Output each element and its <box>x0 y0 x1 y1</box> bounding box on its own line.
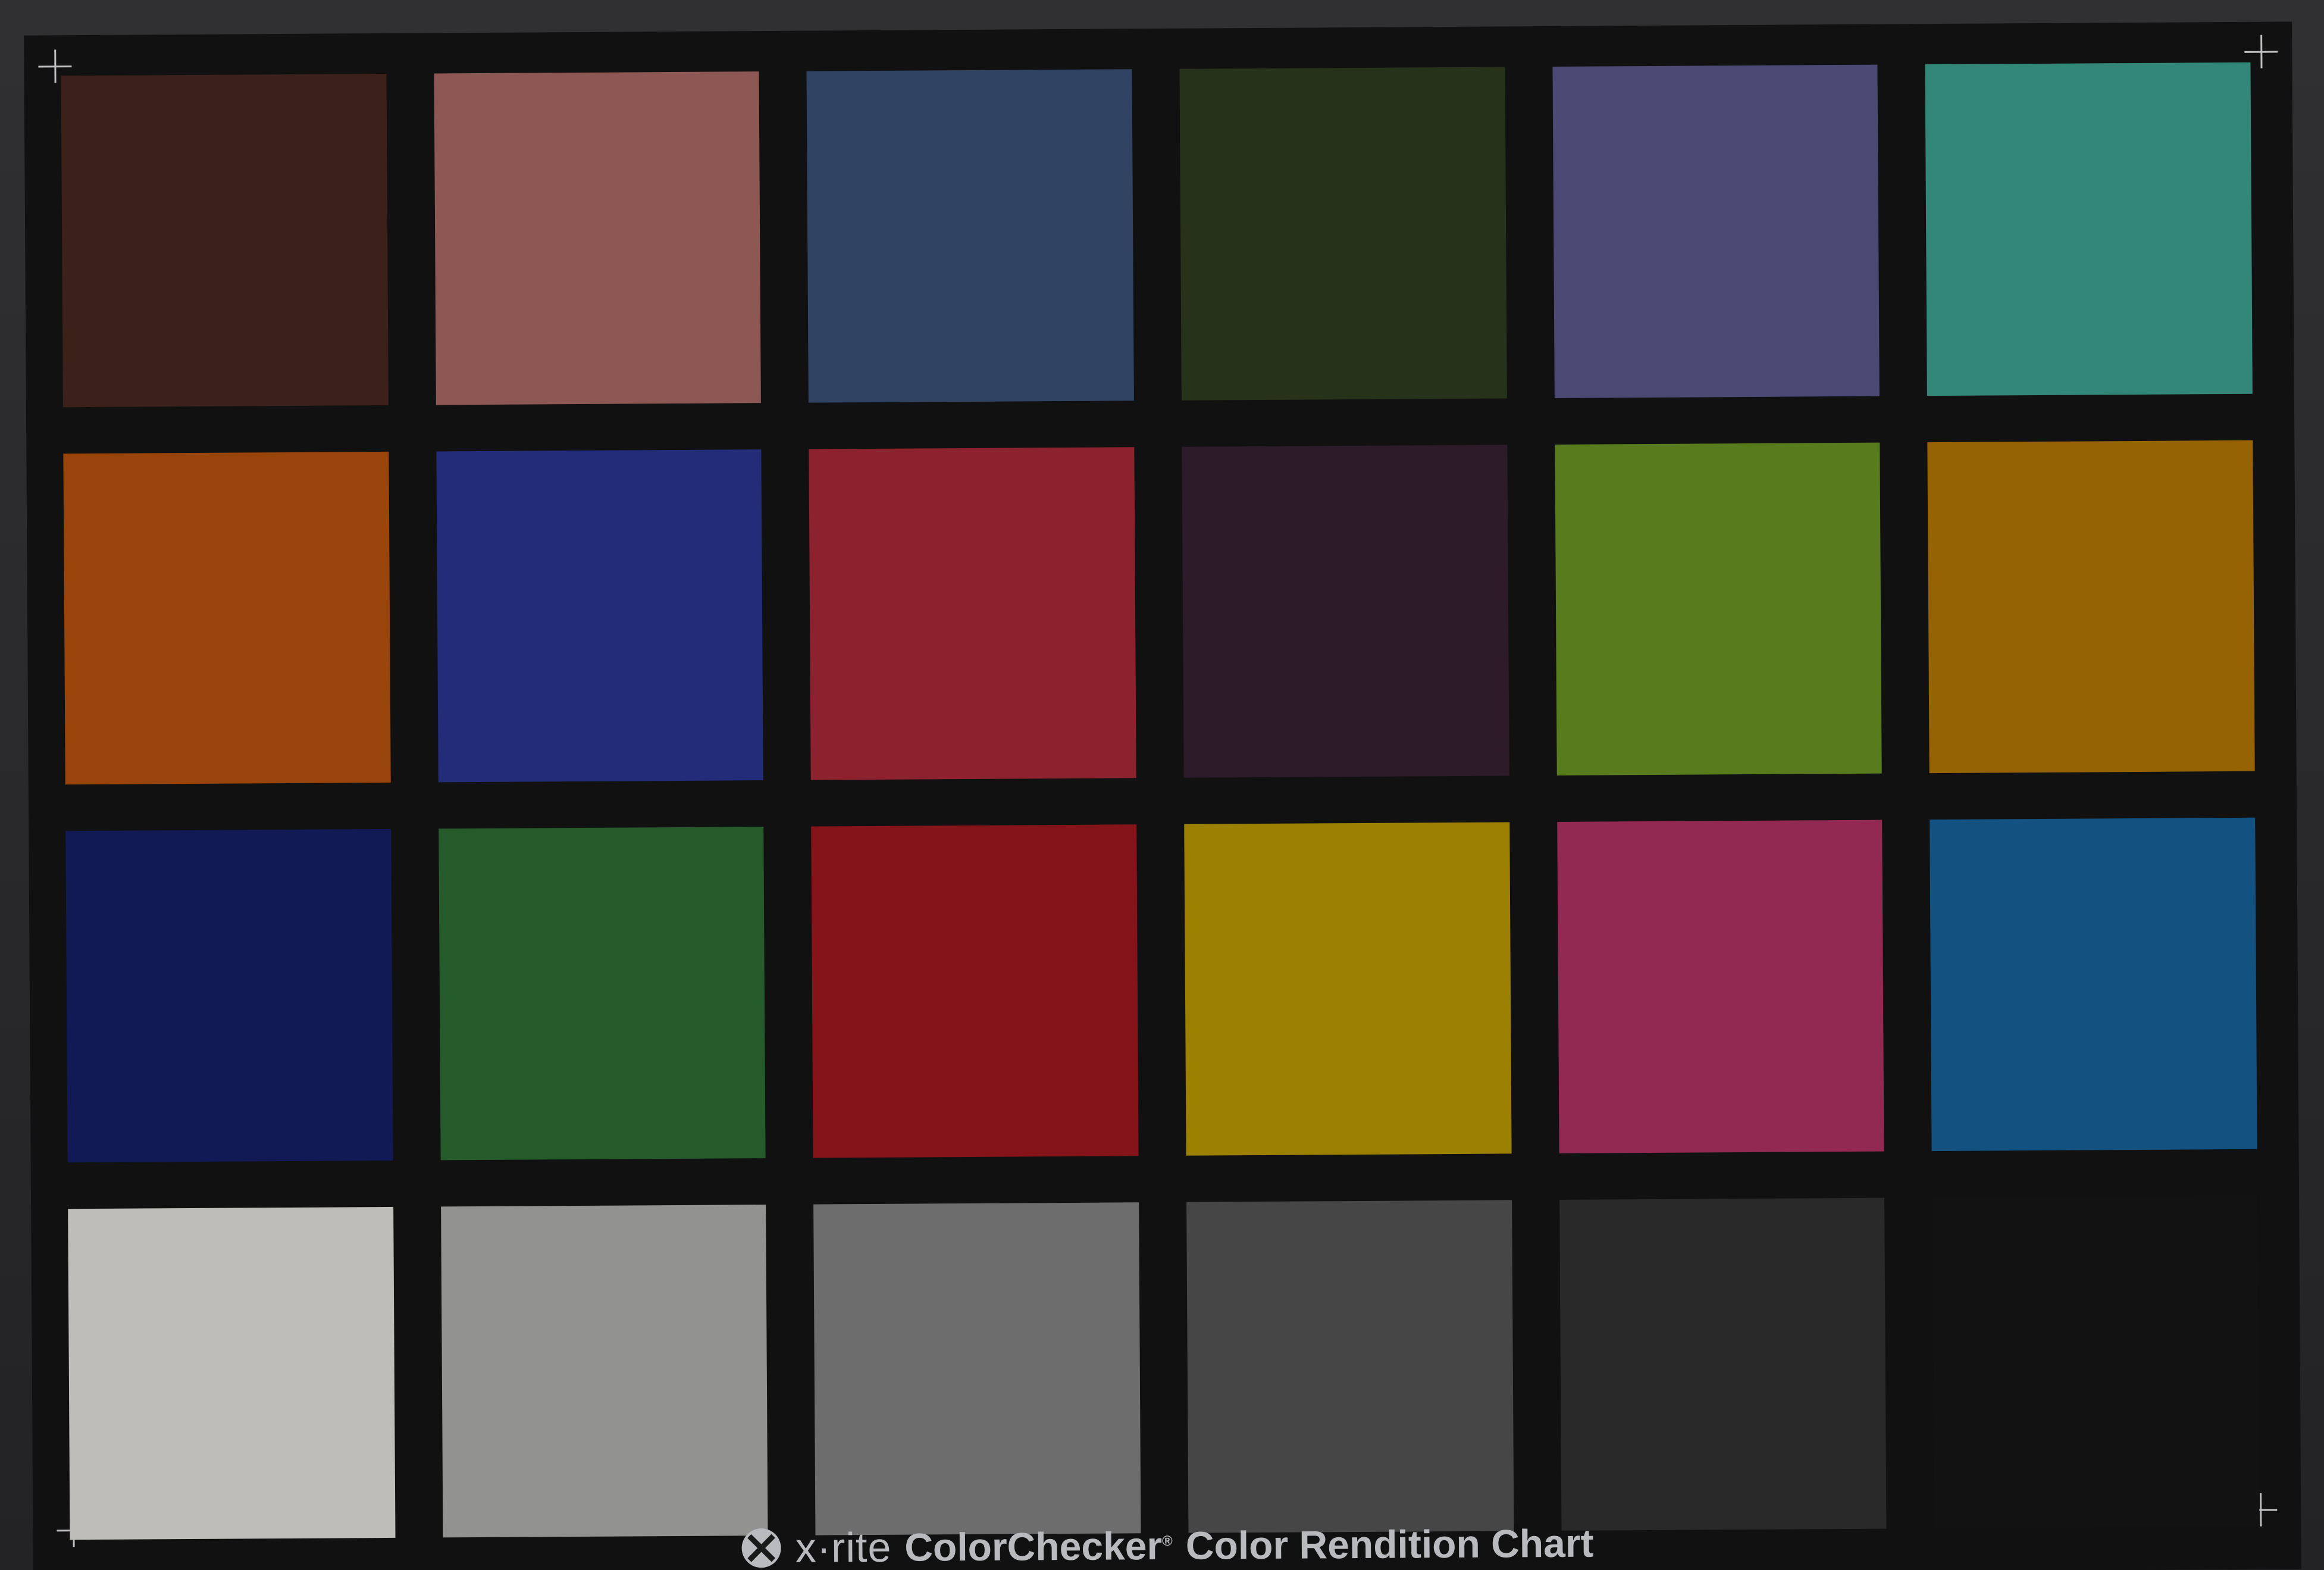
chart-subtitle: Color Rendition Chart <box>1185 1521 1594 1568</box>
color-patch <box>1186 1199 1514 1533</box>
color-patch <box>1930 817 2257 1151</box>
color-patch <box>809 446 1136 780</box>
color-patch <box>1184 822 1512 1156</box>
color-patch <box>1559 1197 1887 1531</box>
color-patch <box>1925 62 2253 396</box>
xrite-logo-icon <box>741 1528 781 1568</box>
registered-mark: ® <box>1162 1533 1173 1550</box>
color-patch <box>68 1206 396 1540</box>
color-patch <box>434 71 762 405</box>
color-patch <box>61 73 389 407</box>
color-patch <box>1179 67 1507 401</box>
color-patch <box>1182 444 1509 778</box>
color-patch <box>1927 440 2255 774</box>
color-patch <box>1554 442 1883 775</box>
color-patch <box>1932 1195 2260 1529</box>
chart-board: x·rite ColorChecker® Color Rendition Cha… <box>24 21 2301 1570</box>
color-patch <box>1552 64 1880 398</box>
color-patch <box>438 827 766 1160</box>
colorchecker-photo: x·rite ColorChecker® Color Rendition Cha… <box>0 0 2324 1570</box>
color-patch <box>813 1202 1141 1535</box>
color-patch <box>65 828 393 1162</box>
color-patch <box>806 69 1134 403</box>
color-patch <box>1556 820 1884 1153</box>
product-name: ColorChecker® <box>904 1524 1173 1569</box>
color-patch <box>63 451 391 785</box>
color-patch <box>436 449 764 783</box>
color-patch <box>440 1204 768 1538</box>
brand-name: x·rite <box>795 1524 892 1570</box>
patch-grid <box>61 62 2260 1540</box>
color-patch <box>811 824 1139 1158</box>
